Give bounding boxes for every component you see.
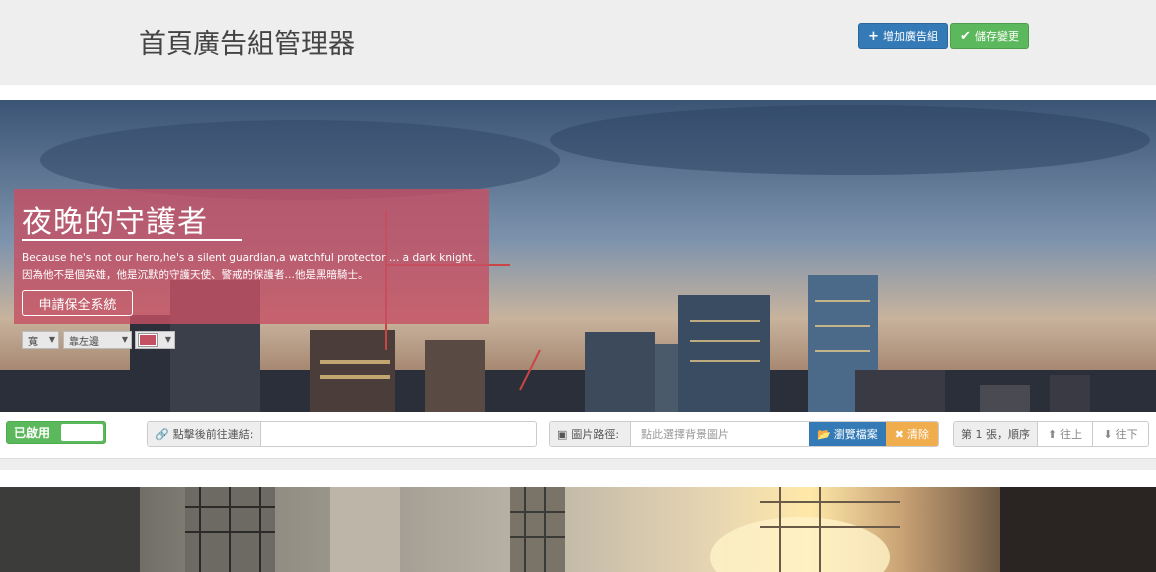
caption-title[interactable]: 夜晚的守護者 <box>22 197 208 241</box>
clear-image-label: 清除 <box>907 428 929 441</box>
folder-open-icon: 📂 <box>817 427 831 441</box>
order-label: 第 1 張，順序 <box>954 422 1038 446</box>
toggle-knob <box>61 424 103 441</box>
caption-width-select[interactable]: 寬 ▼ <box>22 331 59 349</box>
arrow-down-icon: ⬇ <box>1103 427 1113 441</box>
link-icon: 🔗 <box>155 427 169 441</box>
caption-color-picker[interactable]: ▼ <box>135 331 175 349</box>
move-down-button[interactable]: ⬇ 往下 <box>1093 422 1148 446</box>
link-label: 點擊後前往連結: <box>172 428 254 441</box>
save-changes-label: 儲存變更 <box>974 30 1019 43</box>
image-path-group: ▣ 圖片路徑: 點此選擇背景圖片 📂 瀏覽檔案 ✖ 清除 <box>549 421 939 447</box>
caption-subtitle-en[interactable]: Because he's not our hero,he's a silent … <box>22 252 476 264</box>
link-addon: 🔗 點擊後前往連結: <box>148 422 261 446</box>
move-down-label: 往下 <box>1115 428 1138 441</box>
image-path-label: 圖片路徑: <box>571 428 620 441</box>
add-ad-group-label: 增加廣告組 <box>882 30 938 43</box>
caption-divider <box>22 239 242 241</box>
check-icon: ✔ <box>960 28 971 44</box>
clear-image-button[interactable]: ✖ 清除 <box>885 422 938 446</box>
arrow-up-icon: ⬆ <box>1047 427 1058 441</box>
browse-files-label: 瀏覽檔案 <box>833 428 878 441</box>
caption-align-select[interactable]: 靠左邊 ▼ <box>63 331 132 349</box>
add-ad-group-button[interactable]: + 增加廣告組 <box>858 23 948 49</box>
section-divider <box>0 85 1156 100</box>
image-path-addon: ▣ 圖片路徑: <box>550 422 631 446</box>
slide-controls-row: 已啟用 🔗 點擊後前往連結: ▣ 圖片路徑: 點此選擇背景圖片 📂 瀏覽檔案 ✖… <box>0 412 1156 459</box>
color-swatch <box>138 333 158 347</box>
close-icon: ✖ <box>894 427 904 441</box>
building-street-image <box>0 487 1156 572</box>
order-group: 第 1 張，順序 ⬆ 往上 ⬇ 往下 <box>953 421 1149 447</box>
caption-cta-button[interactable]: 申請保全系統 <box>22 290 133 316</box>
move-up-label: 往上 <box>1060 428 1083 441</box>
slide-caption-box[interactable]: 夜晚的守護者 Because he's not our hero,he's a … <box>14 189 489 324</box>
slide-2-background-image <box>0 487 1156 572</box>
chevron-down-icon: ▼ <box>121 335 128 344</box>
browse-files-button[interactable]: 📂 瀏覽檔案 <box>809 422 886 446</box>
caption-subtitle-zh[interactable]: 因為他不是個英雄，他是沉默的守護天使、警戒的保護者…他是黑暗騎士。 <box>22 267 369 282</box>
section-divider <box>0 470 1156 487</box>
caption-align-value: 靠左邊 <box>69 336 99 348</box>
image-path-input[interactable]: 點此選擇背景圖片 <box>631 422 809 446</box>
chevron-down-icon: ▼ <box>164 335 171 344</box>
plus-icon: + <box>868 28 879 44</box>
image-icon: ▣ <box>557 427 568 441</box>
enabled-label: 已啟用 <box>14 426 51 440</box>
header-bar: 首頁廣告組管理器 + 增加廣告組 ✔ 儲存變更 <box>0 0 1156 85</box>
page-title: 首頁廣告組管理器 <box>139 29 355 60</box>
move-up-button[interactable]: ⬆ 往上 <box>1038 422 1094 446</box>
enabled-toggle[interactable]: 已啟用 <box>6 421 106 444</box>
save-changes-button[interactable]: ✔ 儲存變更 <box>950 23 1029 49</box>
chevron-down-icon: ▼ <box>48 335 55 344</box>
link-input[interactable] <box>261 422 536 446</box>
link-input-group: 🔗 點擊後前往連結: <box>147 421 537 447</box>
caption-width-value: 寬 <box>28 336 38 348</box>
